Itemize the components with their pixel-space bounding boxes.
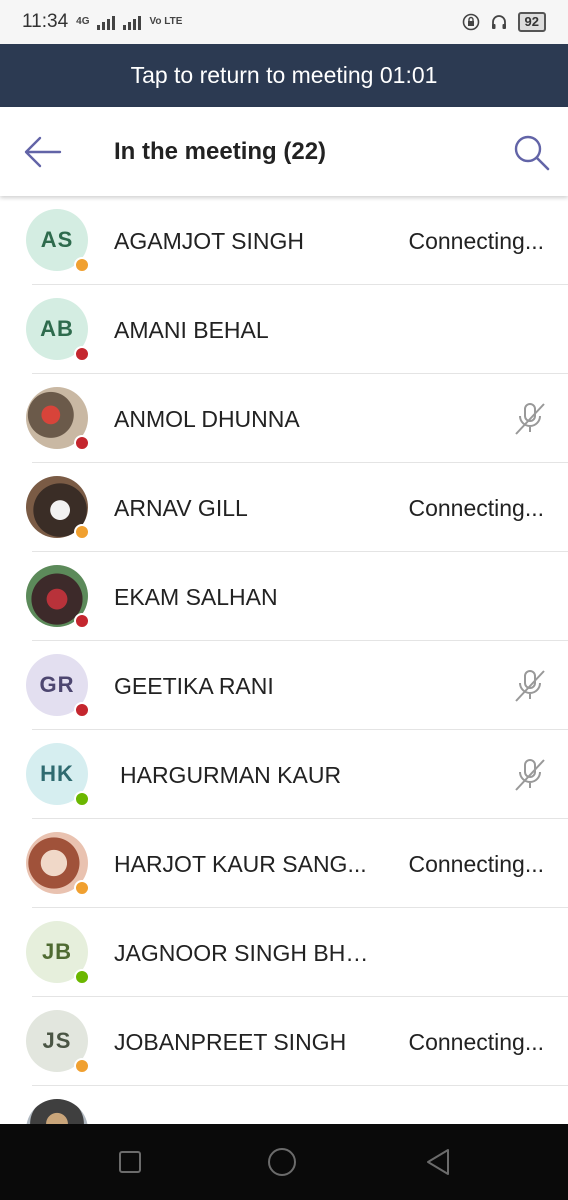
participant-row[interactable]: HK HARGURMAN KAUR [0, 730, 568, 819]
banner-text: Tap to return to meeting 01:01 [130, 62, 438, 88]
avatar-photo [26, 832, 90, 896]
signal-icon [97, 14, 116, 30]
avatar: HK [26, 743, 90, 807]
participants-header: In the meeting (22) [0, 107, 568, 196]
away-status-icon [74, 524, 90, 540]
participant-name: AGAMJOT SINGH [114, 228, 304, 254]
clock: 11:34 [22, 11, 69, 32]
status-bar-right: 92 [462, 12, 546, 32]
connection-status: Connecting... [408, 228, 544, 254]
away-status-icon [74, 257, 90, 273]
participant-name: JAGNOOR SINGH BHUPAL [114, 940, 384, 966]
avatar-photo [26, 387, 90, 451]
busy-status-icon [74, 435, 90, 451]
busy-status-icon [74, 702, 90, 718]
available-status-icon [74, 791, 90, 807]
participant-name: ARNAV GILL [114, 495, 248, 521]
back-nav-icon[interactable] [422, 1146, 454, 1178]
mic-off-icon [515, 670, 545, 702]
participant-row[interactable]: JS JOBANPREET SINGH Connecting... [0, 997, 568, 1086]
status-bar-left: 11:34 4G Vo LTE [22, 11, 182, 33]
participant-row[interactable]: EKAM SALHAN [0, 552, 568, 641]
avatar-initials: HK [40, 761, 74, 786]
avatar: JB [26, 921, 90, 985]
mic-off-icon [515, 403, 545, 435]
participant-row[interactable]: ARNAV GILL Connecting... [0, 463, 568, 552]
participant-name: HARJOT KAUR SANG... [114, 851, 367, 877]
recent-apps-icon[interactable] [114, 1146, 146, 1178]
return-to-meeting-banner[interactable]: Tap to return to meeting 01:01 [0, 44, 568, 107]
participant-row[interactable]: ANMOL DHUNNA [0, 374, 568, 463]
avatar: JS [26, 1010, 90, 1074]
away-status-icon [74, 1058, 90, 1074]
back-button[interactable] [20, 131, 66, 173]
participant-row[interactable]: JB JAGNOOR SINGH BHUPAL [0, 908, 568, 997]
mic-off-icon [515, 759, 545, 791]
participant-name: AMANI BEHAL [114, 317, 269, 343]
connection-status: Connecting... [408, 851, 544, 877]
participant-name: HARGURMAN KAUR [120, 762, 342, 788]
lock-rotation-icon [462, 13, 479, 31]
avatar-initials: JB [41, 939, 73, 964]
participant-name: ANMOL DHUNNA [114, 406, 300, 432]
battery-indicator: 92 [517, 12, 546, 32]
participant-row[interactable]: GR GEETIKA RANI [0, 641, 568, 730]
headphones-icon [491, 15, 506, 29]
avatar: GR [26, 654, 90, 718]
participant-list[interactable]: AS AGAMJOT SINGH Connecting... AB AMANI … [0, 196, 568, 1124]
participant-name: GEETIKA RANI [114, 673, 274, 699]
search-icon [514, 135, 550, 171]
avatar-photo [26, 1099, 88, 1124]
avatar-initials: AB [40, 316, 74, 341]
participant-row-partial[interactable] [0, 1086, 568, 1124]
connection-status: Connecting... [408, 495, 544, 521]
avatar: AS [26, 209, 90, 273]
page-title: In the meeting (22) [114, 138, 327, 165]
back-arrow-icon [24, 136, 62, 168]
participant-name: JOBANPREET SINGH [114, 1029, 347, 1055]
available-status-icon [74, 969, 90, 985]
avatar: AB [26, 298, 90, 362]
busy-status-icon [74, 346, 90, 362]
avatar-photo [26, 565, 90, 629]
busy-status-icon [74, 613, 90, 629]
home-icon[interactable] [266, 1146, 298, 1178]
search-button[interactable] [510, 131, 552, 173]
network-type: 4G [76, 16, 90, 27]
connection-status: Connecting... [408, 1029, 544, 1055]
away-status-icon [74, 880, 90, 896]
avatar-photo [26, 476, 90, 540]
avatar-initials: AS [40, 227, 74, 252]
participant-row[interactable]: AB AMANI BEHAL [0, 285, 568, 374]
volte-icon: Vo LTE [149, 16, 183, 27]
participant-name: EKAM SALHAN [114, 584, 278, 610]
avatar-initials: JS [42, 1028, 72, 1053]
participant-row[interactable]: HARJOT KAUR SANG... Connecting... [0, 819, 568, 908]
avatar-initials: GR [39, 672, 75, 697]
signal-icon-2 [123, 14, 142, 30]
participant-row[interactable]: AS AGAMJOT SINGH Connecting... [0, 196, 568, 285]
system-navigation-bar [0, 1124, 568, 1200]
status-bar: 11:34 4G Vo LTE 92 [0, 0, 568, 44]
